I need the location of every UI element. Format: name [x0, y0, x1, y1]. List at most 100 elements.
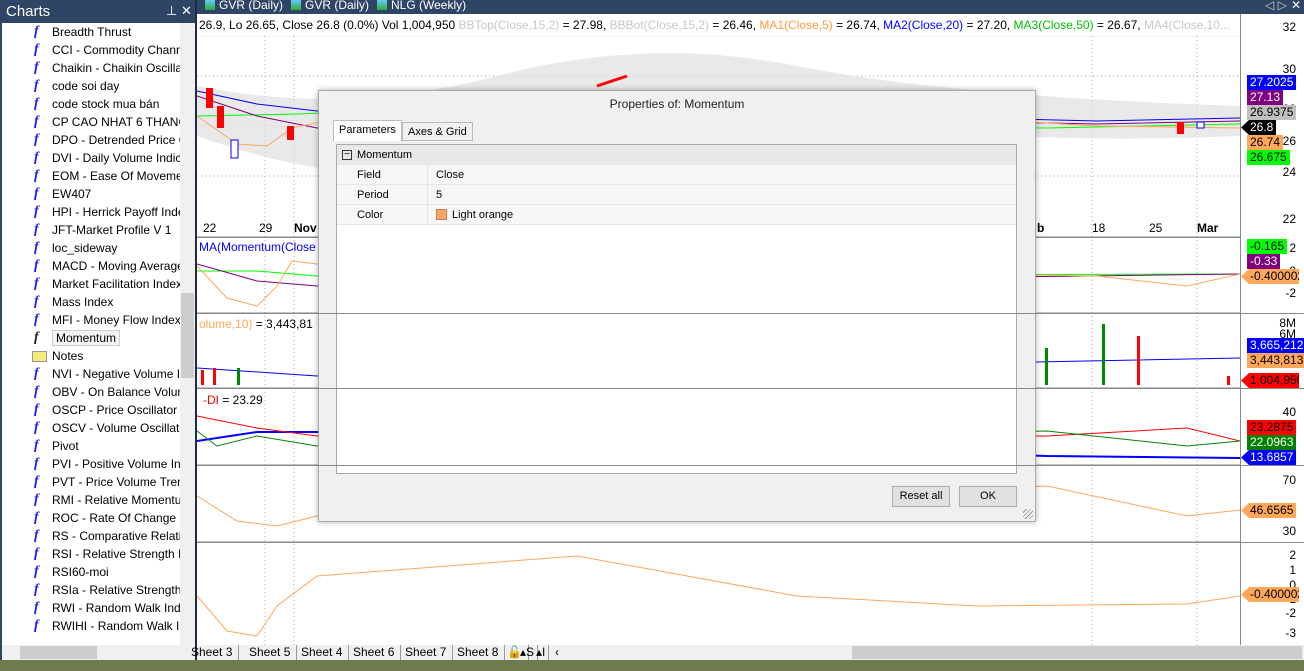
tree-item[interactable]: f Chaikin - Chaikin Oscillator [2, 59, 180, 77]
axis-tick-label: 24 [1282, 165, 1296, 179]
formula-icon: f [34, 402, 39, 417]
tree-item-label: CP CAO NHAT 6 THANG [52, 115, 180, 129]
formula-icon: f [34, 258, 39, 273]
tree-item[interactable]: f RMI - Relative Momentum [2, 491, 180, 509]
value-badge: -0.165 [1247, 239, 1288, 254]
reset-all-button[interactable]: Reset all [892, 486, 950, 507]
formula-icon: f [34, 276, 39, 291]
formula-icon: f [34, 114, 39, 129]
sheet-tab[interactable]: Sheet 5 [243, 645, 298, 660]
tree-item[interactable]: f CP CAO NHAT 6 THANG [2, 113, 180, 131]
tree-item[interactable]: f Market Facilitation Index [2, 275, 180, 293]
tab-parameters[interactable]: Parameters [333, 120, 402, 141]
property-row[interactable]: Color Light orange [337, 205, 1016, 225]
tree-item[interactable]: f RSI60-moi [2, 563, 180, 581]
color-swatch [436, 209, 447, 220]
value-badge: -0.400002 [1241, 269, 1299, 284]
property-row[interactable]: Field Close [337, 165, 1016, 185]
tree-item[interactable]: Notes [2, 347, 180, 365]
tree-item[interactable]: f NVI - Negative Volume Index [2, 365, 180, 383]
tree-item[interactable]: f code soi day [2, 77, 180, 95]
tree-vertical-scrollbar[interactable] [180, 23, 195, 645]
tree-item[interactable]: f RS - Comparative Relative [2, 527, 180, 545]
formula-icon: f [34, 438, 39, 453]
tree-item[interactable]: f EW407 [2, 185, 180, 203]
tree-item[interactable]: f DVI - Daily Volume Indicator [2, 149, 180, 167]
tree-item[interactable]: f HPI - Herrick Payoff Index [2, 203, 180, 221]
tree-item-label: Mass Index [52, 295, 114, 309]
tree-item[interactable]: f MFI - Money Flow Index [2, 311, 180, 329]
scroll-tabs-icon[interactable]: ◁ ▷ [1265, 0, 1287, 12]
tree-item[interactable]: f RSI - Relative Strength Index [2, 545, 180, 563]
property-key: Field [357, 169, 381, 181]
tree-item[interactable]: f Breadth Thrust [2, 23, 180, 41]
property-value[interactable]: Close [427, 165, 1016, 184]
tree-item[interactable]: f OSCP - Price Oscillator [2, 401, 180, 419]
tree-item[interactable]: f RWI - Random Walk Index [2, 599, 180, 617]
tree-item[interactable]: f RWIHI - Random Walk Index [2, 617, 180, 635]
tree-horizontal-scrollbar[interactable] [2, 645, 195, 660]
tree-item[interactable]: f PVT - Price Volume Trend [2, 473, 180, 491]
tree-item[interactable]: f Mass Index [2, 293, 180, 311]
tree-item[interactable]: f CCI - Commodity Channel [2, 41, 180, 59]
tree-item[interactable]: f JFT-Market Profile V 1 [2, 221, 180, 239]
tree-item[interactable]: f Momentum [2, 329, 180, 347]
tree-item-label: PVT - Price Volume Trend [52, 475, 180, 489]
tree-item[interactable]: f OBV - On Balance Volume [2, 383, 180, 401]
value-badge: 23.2875 [1247, 420, 1297, 435]
formula-icon: f [34, 492, 39, 507]
sheet-tab[interactable]: Sheet 3 [185, 645, 240, 660]
tab-gvr-daily-2[interactable]: GVR (Daily) [291, 0, 369, 12]
tree-item-label: RMI - Relative Momentum [52, 493, 180, 507]
chart-horizontal-scrollbar[interactable] [852, 646, 1302, 659]
category-momentum[interactable]: − Momentum [337, 145, 1016, 165]
tree-item[interactable]: f PVI - Positive Volume Index [2, 455, 180, 473]
ok-button[interactable]: OK [959, 486, 1017, 507]
tree-item[interactable]: f EOM - Ease Of Movement [2, 167, 180, 185]
formula-icon: f [34, 456, 39, 471]
properties-dialog: Properties of: Momentum Parameters Axes … [318, 90, 1036, 522]
tab-nlg-weekly[interactable]: NLG (Weekly) [377, 0, 466, 12]
scale-i-icon[interactable]: ▴I [533, 645, 550, 660]
property-row[interactable]: Period 5 [337, 185, 1016, 205]
value-axis[interactable]: 32302826242227.202527.1326.937526.826.74… [1240, 14, 1304, 645]
pane-separator[interactable] [197, 465, 1304, 466]
tab-axes-grid[interactable]: Axes & Grid [402, 122, 473, 141]
formula-icon: f [34, 330, 39, 345]
sheet-tab[interactable]: Sheet 8 [451, 645, 506, 660]
tree-item[interactable]: f DPO - Detrended Price Oscillator [2, 131, 180, 149]
indicator-value: = 27.98, [559, 18, 610, 32]
resize-grip[interactable] [1023, 509, 1033, 519]
svg-text:29: 29 [259, 221, 273, 235]
tree-item[interactable]: f Pivot [2, 437, 180, 455]
pane-separator[interactable] [197, 313, 1304, 314]
tree-item-label: EOM - Ease Of Movement [52, 169, 180, 183]
close-icon[interactable]: ✕ [181, 3, 192, 19]
tree-item[interactable]: f loc_sideway [2, 239, 180, 257]
tree-item[interactable]: f OSCV - Volume Oscillator [2, 419, 180, 437]
pane-separator[interactable] [197, 388, 1304, 389]
axis-tick-label: 40 [1282, 405, 1296, 419]
pin-icon[interactable]: ⊥ [166, 3, 177, 19]
tree-item-label: OSCV - Volume Oscillator [52, 421, 180, 435]
sheet-tab[interactable]: Sheet 6 [347, 645, 402, 660]
sheet-tabs: Sheet 3 Sheet 5 Sheet 4 Sheet 6 Sheet 7 Sheet… [191, 645, 1304, 660]
sheet-tab[interactable]: Sheet 7 [399, 645, 454, 660]
property-value[interactable]: 5 [427, 185, 1016, 204]
property-value[interactable]: Light orange [427, 205, 1016, 224]
close-chart-icon[interactable]: ✕ [1291, 0, 1301, 12]
axis-tick-label: 22 [1282, 212, 1296, 226]
tree-item[interactable]: f ROC - Rate Of Change (%) [2, 509, 180, 527]
volume-pane-label: olume,10) = 3,443,81 [199, 317, 313, 331]
tab-gvr-daily-1[interactable]: GVR (Daily) [205, 0, 283, 12]
tree-item[interactable]: f MACD - Moving Average [2, 257, 180, 275]
scroll-left-icon[interactable]: ‹ [549, 645, 565, 660]
formula-icon: f [34, 366, 39, 381]
tree-item[interactable]: f code stock mua bán [2, 95, 180, 113]
axis-tick-label: 26 [1282, 134, 1296, 148]
pane-separator[interactable] [197, 542, 1304, 543]
tree-item[interactable]: f RSIa - Relative Strength Index [2, 581, 180, 599]
sheet-tab[interactable]: Sheet 4 [295, 645, 350, 660]
formula-icon: f [34, 582, 39, 597]
collapse-icon[interactable]: − [342, 150, 352, 160]
